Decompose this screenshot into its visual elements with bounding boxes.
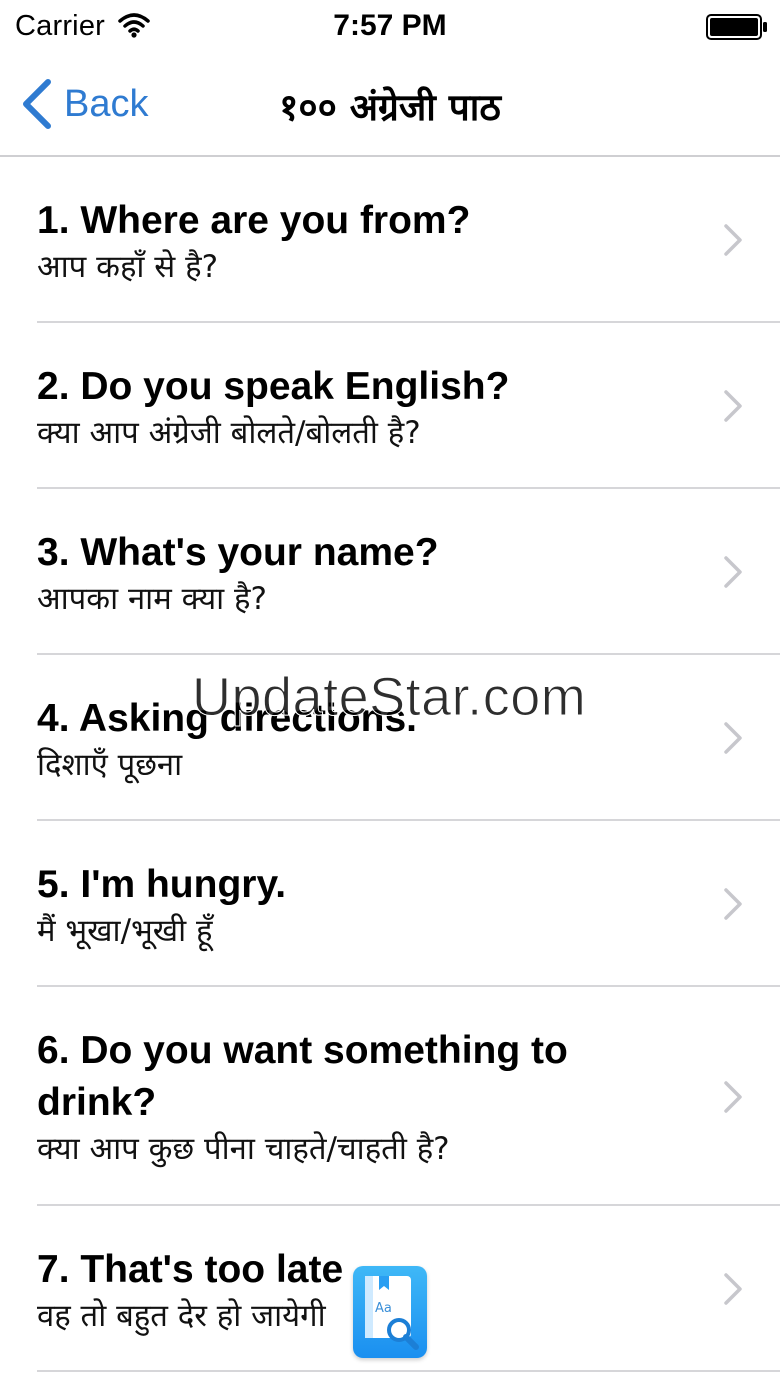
dictionary-app-icon: Aa bbox=[353, 1266, 427, 1358]
lesson-subtitle: क्या आप कुछ पीना चाहते/चाहती है? bbox=[37, 1131, 450, 1167]
chevron-right-icon bbox=[724, 224, 742, 256]
row-divider bbox=[37, 1370, 780, 1372]
lesson-row-2[interactable]: 2. Do you speak English? क्या आप अंग्रेज… bbox=[0, 323, 780, 489]
lesson-title: 1. Where are you from? bbox=[37, 199, 471, 242]
navigation-bar: Back १०० अंग्रेजी पाठ bbox=[0, 54, 780, 157]
svg-text:Aa: Aa bbox=[375, 1301, 392, 1316]
lesson-title: 2. Do you speak English? bbox=[37, 365, 510, 408]
status-bar: Carrier 7:57 PM bbox=[0, 0, 780, 54]
chevron-right-icon bbox=[724, 390, 742, 422]
lesson-row-6[interactable]: 6. Do you want something to drink? क्या … bbox=[0, 987, 780, 1206]
lesson-subtitle: क्या आप अंग्रेजी बोलते/बोलती है? bbox=[37, 415, 421, 451]
lesson-subtitle: आपका नाम क्या है? bbox=[37, 581, 267, 617]
book-search-icon: Aa bbox=[365, 1276, 419, 1350]
lesson-row-3[interactable]: 3. What's your name? आपका नाम क्या है? bbox=[0, 489, 780, 655]
chevron-right-icon bbox=[724, 888, 742, 920]
clock: 7:57 PM bbox=[333, 9, 447, 42]
chevron-right-icon bbox=[724, 722, 742, 754]
lesson-row-1[interactable]: 1. Where are you from? आप कहाँ से है? bbox=[0, 157, 780, 323]
back-button[interactable]: Back bbox=[18, 76, 148, 132]
lesson-title: 6. Do you want something to drink? bbox=[37, 1029, 568, 1124]
lesson-subtitle: दिशाएँ पूछना bbox=[37, 747, 183, 783]
lesson-list: 1. Where are you from? आप कहाँ से है? 2.… bbox=[0, 157, 780, 1372]
lesson-title: 3. What's your name? bbox=[37, 531, 439, 574]
lesson-row-4[interactable]: 4. Asking directions. दिशाएँ पूछना bbox=[0, 655, 780, 821]
lesson-title: 4. Asking directions. bbox=[37, 697, 417, 740]
lesson-title: 5. I'm hungry. bbox=[37, 863, 287, 906]
chevron-right-icon bbox=[724, 1081, 742, 1113]
battery-icon bbox=[706, 14, 767, 40]
back-label: Back bbox=[64, 82, 149, 125]
back-chevron-icon bbox=[23, 79, 51, 129]
chevron-right-icon bbox=[724, 556, 742, 588]
lesson-subtitle: आप कहाँ से है? bbox=[37, 249, 219, 285]
lesson-row-5[interactable]: 5. I'm hungry. मैं भूखा/भूखी हूँ bbox=[0, 821, 780, 987]
chevron-right-icon bbox=[724, 1273, 742, 1305]
page-title: १०० अंग्रेजी पाठ bbox=[279, 86, 501, 129]
lesson-subtitle: मैं भूखा/भूखी हूँ bbox=[37, 913, 213, 949]
